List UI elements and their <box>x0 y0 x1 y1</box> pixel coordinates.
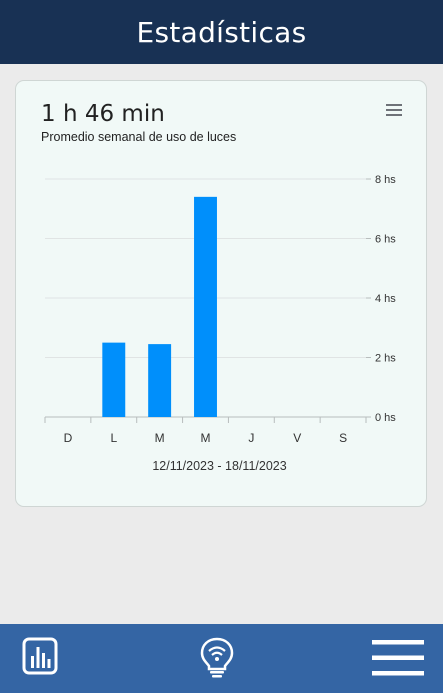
y-tick-label: 6 hs <box>375 234 396 246</box>
weekly-usage-chart: 0 hs 2 hs 4 hs 6 hs 8 hs D L M M J V S 12/11/2023 - … <box>44 174 396 473</box>
y-tick-label: 8 hs <box>375 174 396 186</box>
bar-chart-icon <box>22 637 58 675</box>
y-tick-label: 2 hs <box>375 353 396 365</box>
page-title: Estadísticas <box>136 15 307 49</box>
bar <box>102 342 126 417</box>
menu-icon <box>372 640 424 676</box>
smart-bulb-icon <box>200 637 234 678</box>
y-tick-label: 0 hs <box>375 412 396 424</box>
x-tick-label: D <box>64 431 73 445</box>
bar <box>148 344 172 417</box>
x-tick-label: S <box>339 431 347 445</box>
bar <box>194 196 217 417</box>
app-header: Estadísticas <box>0 0 443 64</box>
y-tick-label: 4 hs <box>375 293 396 305</box>
bottom-nav-bar <box>0 624 443 693</box>
stats-card: 1 h 46 min Promedio semanal de uso de lu… <box>15 80 427 507</box>
x-axis-label: 12/11/2023 - 18/11/2023 <box>152 459 286 473</box>
nav-statistics-button[interactable] <box>22 637 58 675</box>
x-tick-label: M <box>201 431 211 445</box>
x-tick-label: L <box>110 431 117 445</box>
x-tick-label: J <box>248 431 254 445</box>
nav-devices-button[interactable] <box>199 636 235 678</box>
x-tick-label: V <box>293 431 301 445</box>
nav-menu-button[interactable] <box>372 640 424 676</box>
x-tick-label: M <box>155 431 165 445</box>
